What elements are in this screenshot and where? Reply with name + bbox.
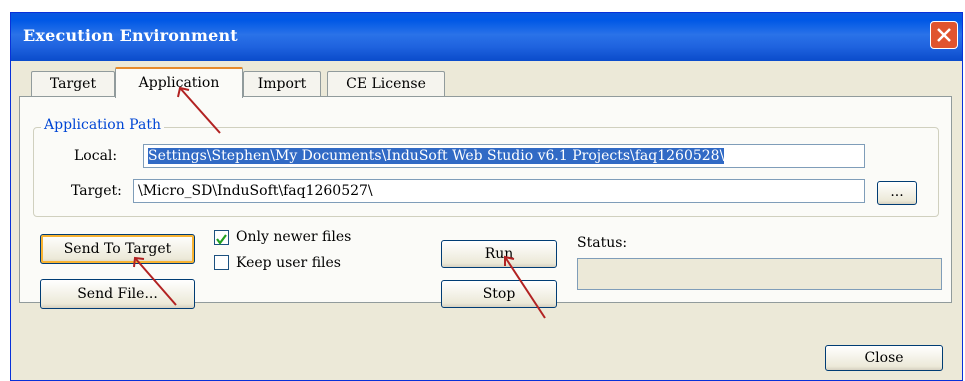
arrow-application-tab [179,87,221,134]
arrow-run [504,256,546,319]
arrow-send-to-target [134,257,177,306]
annotation-arrows [133,86,546,319]
